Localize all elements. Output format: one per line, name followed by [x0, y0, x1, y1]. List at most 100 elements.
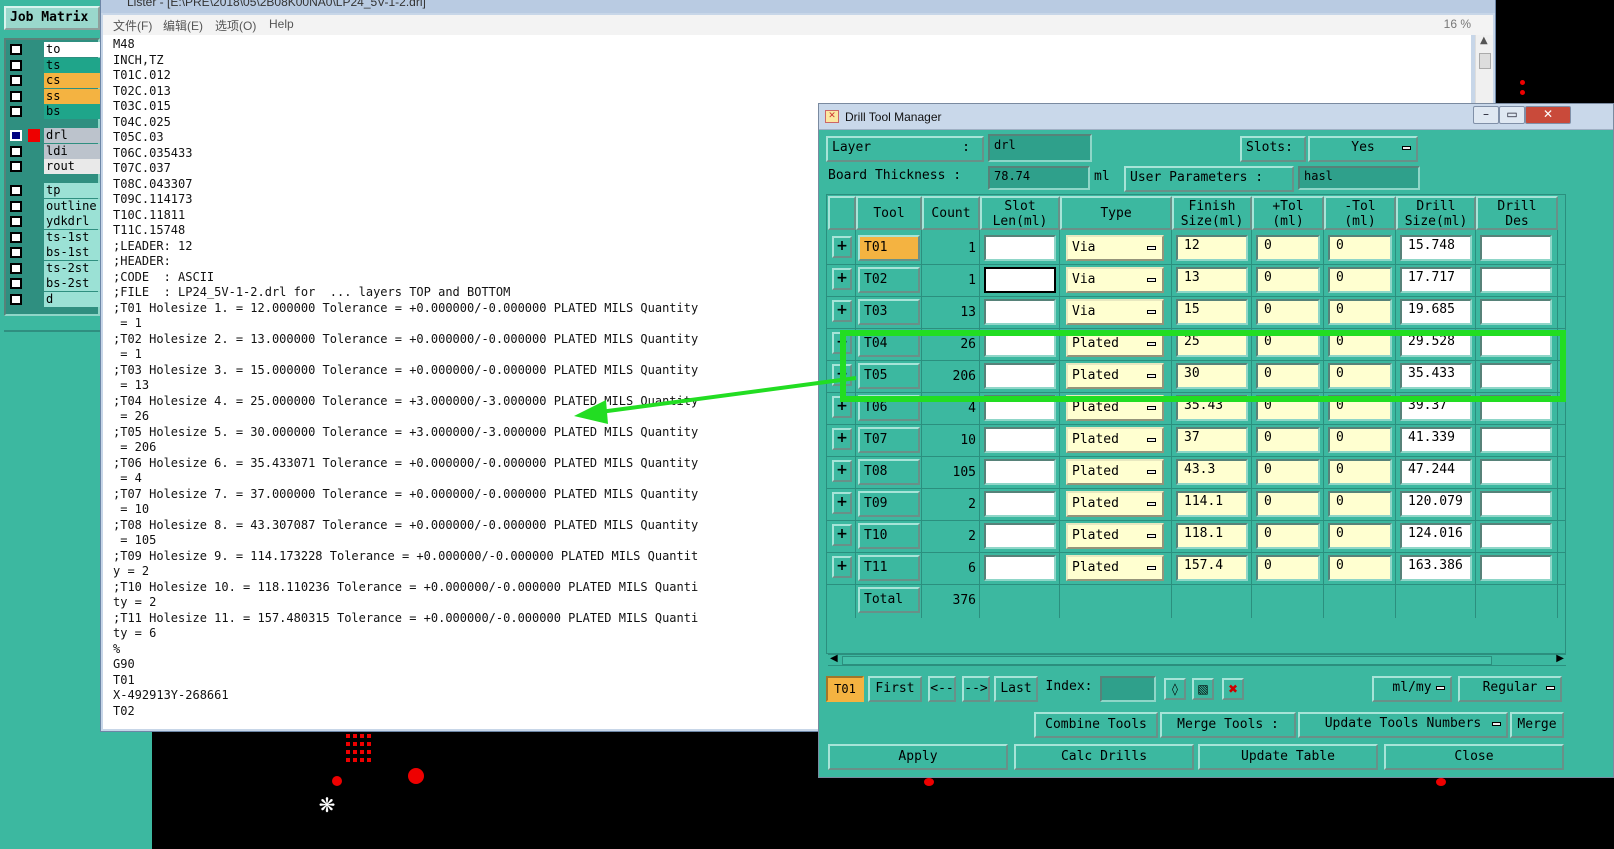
layer-row[interactable]: bs-2st: [8, 276, 104, 291]
tool-button[interactable]: T07: [858, 427, 920, 453]
layer-row[interactable]: ts: [8, 57, 104, 73]
layer-row[interactable]: outline: [8, 198, 104, 214]
plus-tol-field[interactable]: 0: [1256, 235, 1320, 261]
type-dropdown[interactable]: Plated: [1066, 523, 1164, 549]
finish-size-field[interactable]: 12: [1176, 235, 1248, 261]
layer-name[interactable]: ts-1st: [44, 229, 104, 245]
layer-checkbox[interactable]: [10, 161, 22, 172]
minus-tol-field[interactable]: 0: [1328, 427, 1392, 453]
type-dropdown[interactable]: Via: [1066, 267, 1164, 293]
layer-name[interactable]: tp: [44, 183, 104, 198]
close-button[interactable]: Close: [1384, 744, 1564, 770]
minus-tol-field[interactable]: 0: [1328, 491, 1392, 517]
layer-checkbox[interactable]: [10, 247, 22, 258]
layer-row[interactable]: bs: [8, 104, 104, 119]
layer-checkbox[interactable]: [10, 216, 22, 227]
layer-name[interactable]: ldi: [44, 143, 104, 159]
mode-dropdown[interactable]: Regular: [1458, 676, 1562, 702]
layer-checkbox[interactable]: [10, 130, 22, 141]
image-icon[interactable]: ▧: [1192, 678, 1214, 700]
expand-row-icon[interactable]: +: [832, 236, 852, 258]
layer-checkbox[interactable]: [10, 200, 22, 212]
layer-checkbox[interactable]: [10, 185, 22, 196]
tool-button[interactable]: T10: [858, 523, 920, 549]
layer-row[interactable]: d: [8, 291, 104, 307]
plus-tol-field[interactable]: 0: [1256, 459, 1320, 485]
slot-length-field[interactable]: [984, 523, 1056, 549]
first-button[interactable]: First: [868, 676, 922, 702]
finish-size-field[interactable]: 114.1: [1176, 491, 1248, 517]
column-header[interactable]: Count: [922, 196, 980, 230]
column-header[interactable]: Drill Des: [1476, 196, 1558, 230]
tool-button[interactable]: T01: [858, 235, 920, 261]
layer-name[interactable]: d: [44, 291, 104, 307]
drill-des-field[interactable]: [1480, 235, 1552, 261]
drill-des-field[interactable]: [1480, 427, 1552, 453]
plus-tol-field[interactable]: 0: [1256, 491, 1320, 517]
combine-tools-button[interactable]: Combine Tools: [1034, 712, 1158, 738]
layer-checkbox[interactable]: [10, 106, 22, 117]
plus-tol-field[interactable]: 0: [1256, 555, 1320, 581]
drill-des-field[interactable]: [1480, 523, 1552, 549]
finish-size-field[interactable]: 15: [1176, 299, 1248, 325]
drill-des-field[interactable]: [1480, 555, 1552, 581]
last-button[interactable]: Last: [994, 676, 1038, 702]
expand-row-icon[interactable]: +: [832, 268, 852, 290]
board-thickness-field[interactable]: 78.74: [988, 166, 1090, 190]
drill-size-field[interactable]: 120.079: [1400, 491, 1472, 517]
slot-length-field[interactable]: [984, 299, 1056, 325]
menu-file[interactable]: 文件(F): [113, 17, 152, 34]
layer-checkbox[interactable]: [10, 90, 22, 102]
layer-row[interactable]: ss: [8, 88, 104, 104]
drill-size-field[interactable]: 41.339: [1400, 427, 1472, 453]
type-dropdown[interactable]: Plated: [1066, 555, 1164, 581]
layer-name[interactable]: outline: [44, 198, 104, 214]
drill-des-field[interactable]: [1480, 459, 1552, 485]
expand-row-icon[interactable]: +: [832, 492, 852, 514]
type-dropdown[interactable]: Via: [1066, 235, 1164, 261]
tool-button[interactable]: T09: [858, 491, 920, 517]
layer-row[interactable]: tp: [8, 183, 104, 198]
tool-button[interactable]: T11: [858, 555, 920, 581]
tool-button[interactable]: T02: [858, 267, 920, 293]
lister-titlebar[interactable]: Lister - [E:\PRE\2018\05\2B08K00NA0\LP24…: [101, 0, 1495, 13]
finish-size-field[interactable]: 157.4: [1176, 555, 1248, 581]
drill-des-field[interactable]: [1480, 491, 1552, 517]
scroll-left-icon[interactable]: ◀: [830, 653, 838, 664]
delete-icon[interactable]: ✖: [1222, 678, 1244, 700]
units-dropdown[interactable]: ml/my: [1372, 676, 1452, 702]
slot-length-field[interactable]: [984, 555, 1056, 581]
layer-row[interactable]: to: [8, 42, 104, 57]
tool-button[interactable]: T08: [858, 459, 920, 485]
scroll-right-icon[interactable]: ▶: [1556, 653, 1564, 664]
merge-button[interactable]: Merge: [1510, 712, 1564, 738]
minimize-icon[interactable]: –: [1473, 106, 1499, 124]
layer-checkbox[interactable]: [10, 293, 22, 305]
calc-drills-button[interactable]: Calc Drills: [1014, 744, 1194, 770]
layer-checkbox[interactable]: [10, 278, 22, 289]
expand-row-icon[interactable]: +: [832, 524, 852, 546]
scroll-thumb[interactable]: [1479, 53, 1491, 69]
layer-field[interactable]: drl: [988, 134, 1092, 162]
expand-row-icon[interactable]: +: [832, 556, 852, 578]
layer-row[interactable]: drl: [8, 128, 104, 143]
layer-checkbox[interactable]: [10, 59, 22, 71]
drill-size-field[interactable]: 17.717: [1400, 267, 1472, 293]
plus-tol-field[interactable]: 0: [1256, 299, 1320, 325]
expand-row-icon[interactable]: +: [832, 428, 852, 450]
menu-edit[interactable]: 编辑(E): [163, 17, 203, 34]
layer-name[interactable]: ts: [44, 57, 104, 73]
minus-tol-field[interactable]: 0: [1328, 459, 1392, 485]
layer-name[interactable]: ss: [44, 88, 104, 104]
index-field[interactable]: [1100, 676, 1156, 702]
maximize-icon[interactable]: ▭: [1499, 106, 1525, 124]
layer-row[interactable]: bs-1st: [8, 245, 104, 260]
column-header[interactable]: Slot Len(ml): [980, 196, 1060, 230]
bulb-icon[interactable]: ◊: [1164, 678, 1186, 700]
slot-length-field[interactable]: [984, 491, 1056, 517]
drill-des-field[interactable]: [1480, 267, 1552, 293]
finish-size-field[interactable]: 43.3: [1176, 459, 1248, 485]
finish-size-field[interactable]: 37: [1176, 427, 1248, 453]
column-header[interactable]: Finish Size(ml): [1172, 196, 1252, 230]
apply-button[interactable]: Apply: [828, 744, 1008, 770]
